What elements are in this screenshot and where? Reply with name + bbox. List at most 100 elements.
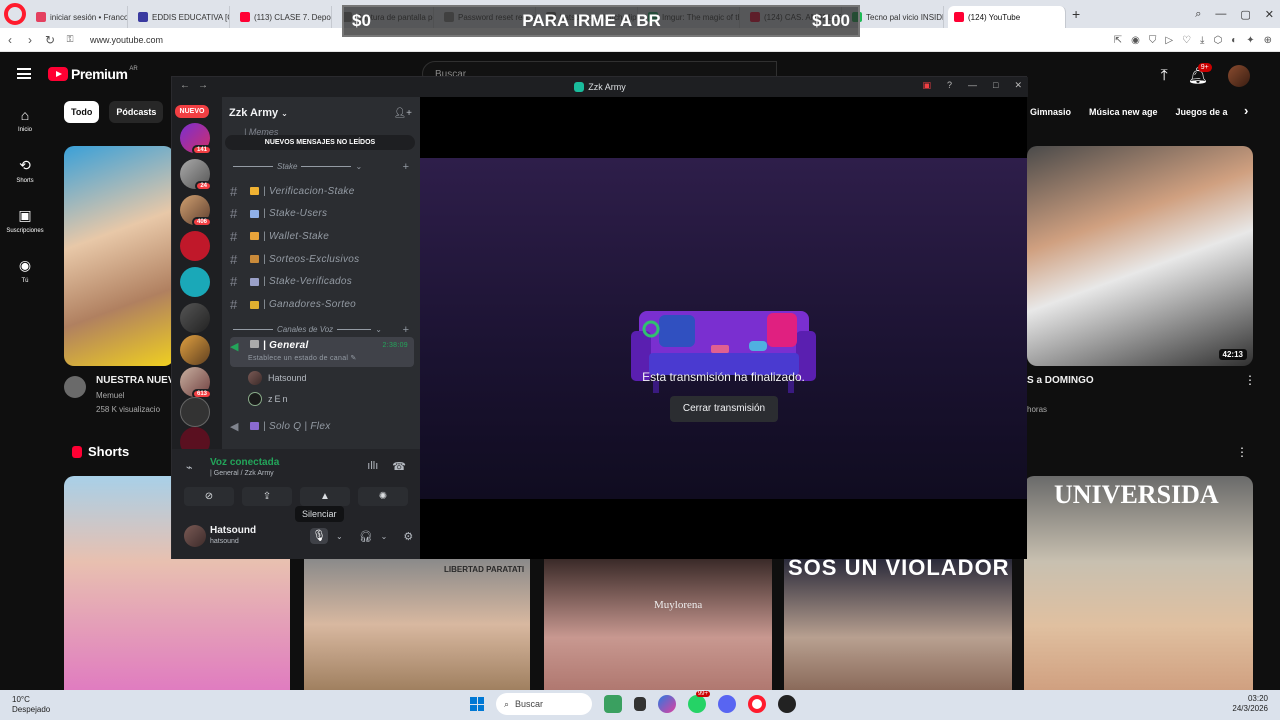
signal-icon[interactable]: ⌁ [186, 461, 193, 474]
camera-off-button[interactable]: ⊘ [184, 487, 234, 506]
video-title-2[interactable]: S a DOMINGO [1027, 375, 1094, 386]
short-thumbnail-5[interactable]: UNIVERSIDA [1024, 476, 1253, 690]
server-icon-1[interactable]: 141 [180, 123, 212, 155]
voice-channel-soloq[interactable]: ◀︎ | Solo Q | Flex [230, 416, 414, 436]
close-window-icon[interactable]: ✕ [1265, 8, 1274, 21]
file-explorer-icon[interactable] [634, 697, 646, 711]
browser-tab[interactable]: (124) YouTube [948, 6, 1066, 28]
server-name[interactable]: Zzk Army ⌄ [229, 107, 288, 119]
chip[interactable]: Música new age [1089, 107, 1158, 117]
server-icon-5[interactable] [180, 267, 210, 297]
video-channel-1[interactable]: Memuel [96, 391, 124, 400]
weather-widget[interactable]: 10°C Despejado [12, 695, 50, 715]
channel-avatar[interactable] [64, 376, 86, 398]
voice-location[interactable]: | General / Zzk Army [210, 470, 274, 477]
taskbar-clock[interactable]: 03:20 24/3/2026 [1232, 694, 1268, 714]
taskbar-search[interactable]: ⌕ Buscar [496, 693, 592, 715]
server-icon-8[interactable]: 613 [180, 367, 212, 399]
add-channel-icon[interactable]: + [403, 324, 409, 336]
screen-share-button[interactable]: ⇪ [242, 487, 292, 506]
browser-tab[interactable]: iniciar sesión • Franco Pi [30, 6, 128, 28]
category-stake[interactable]: Stake ⌄ + [229, 161, 409, 173]
upload-icon[interactable]: ⤒ [1161, 67, 1168, 85]
discord-icon[interactable] [718, 695, 736, 713]
new-unread-messages-bar[interactable]: NUEVOS MENSAJES NO LEÍDOS [225, 135, 415, 150]
chevron-down-icon[interactable]: ⌄ [336, 532, 343, 541]
video-more-icon[interactable]: ⋮ [1244, 373, 1256, 387]
server-icon-7[interactable] [180, 335, 210, 365]
url-field[interactable]: www.youtube.com [90, 35, 163, 45]
text-channel[interactable]: # | Stake-Users [230, 204, 414, 224]
short-thumbnail-3[interactable]: Muylorena [544, 559, 772, 690]
whatsapp-icon[interactable]: 99+ [688, 691, 710, 713]
user-name[interactable]: Hatsound [210, 525, 256, 536]
menu-icon[interactable] [17, 68, 31, 79]
maximize-icon[interactable]: ▢ [1240, 8, 1250, 21]
text-channel[interactable]: # | Stake-Verificados [230, 272, 414, 292]
category-voice[interactable]: Canales de Voz ⌄ + [229, 324, 409, 336]
video-thumbnail-1[interactable] [64, 146, 174, 366]
text-channel[interactable]: # | Ganadores-Sorteo [230, 295, 414, 315]
sidebar-item-inicio[interactable]: ⌂ Inicio [0, 103, 50, 153]
opera-icon[interactable] [748, 695, 766, 713]
heart-icon[interactable]: ♡ [1182, 35, 1191, 46]
windows-start-icon[interactable] [470, 697, 484, 711]
maximize-icon[interactable]: □ [993, 80, 998, 91]
copilot-icon[interactable] [658, 695, 676, 713]
server-icon-6[interactable] [180, 303, 210, 333]
shield-icon[interactable]: ⛉ [1149, 35, 1157, 46]
video-thumbnail-2[interactable]: 42:13 [1027, 146, 1253, 366]
text-channel[interactable]: # | Sorteos-Exclusivos [230, 249, 414, 269]
share-icon[interactable]: ⇱ [1114, 35, 1122, 46]
gear-icon[interactable]: ⚙ [403, 530, 413, 543]
voice-status[interactable]: Voz conectada [210, 457, 279, 468]
chip[interactable]: Todo [64, 101, 100, 123]
chip[interactable]: Gimnasio [1030, 107, 1071, 117]
new-tab-button[interactable]: + [1072, 6, 1080, 22]
add-member-icon[interactable]: 👤︎+ [393, 108, 412, 119]
browser-tab[interactable]: Tecno pal vicio INSIDE [846, 6, 944, 28]
play-icon[interactable]: ▷ [1165, 35, 1173, 46]
noise-suppression-icon[interactable]: ıllı [367, 460, 378, 473]
shorts-more-icon[interactable]: ⋮ [1236, 445, 1248, 459]
server-icon-9[interactable] [180, 397, 210, 427]
close-stream-button[interactable]: Cerrar transmisión [670, 396, 778, 422]
cube-icon[interactable]: ⬡ [1213, 35, 1222, 46]
chevron-down-icon[interactable]: ⌄ [381, 532, 388, 541]
help-icon[interactable]: ? [947, 80, 952, 91]
ai-icon[interactable]: ⊕ [1264, 35, 1272, 46]
close-icon[interactable]: ✕ [1014, 80, 1022, 91]
sidebar-item-tú[interactable]: ◉ Tú [0, 253, 50, 303]
voice-channel-status[interactable]: Establece un estado de canal ✎ [248, 354, 357, 362]
inbox-icon[interactable]: ▣ [922, 80, 931, 91]
avatar[interactable] [184, 525, 206, 547]
voice-channel-general[interactable]: ◀︎ | General 2:38:09 Establece un estado… [230, 337, 414, 367]
download-icon[interactable]: ⤓ [1200, 35, 1204, 46]
chip[interactable]: Pódcasts [109, 101, 164, 123]
headphones-icon[interactable]: 🎧︎ [359, 530, 373, 543]
camera-icon[interactable]: ◉ [1131, 35, 1140, 46]
vpn-icon[interactable]: ◐ [1231, 35, 1237, 46]
notifications-icon[interactable]: 🔔︎ 9+ [1188, 63, 1212, 86]
sidebar-item-shorts[interactable]: ⟲ Shorts [0, 153, 50, 203]
microphone-icon[interactable]: 🎙︎ [310, 528, 328, 544]
add-channel-icon[interactable]: + [403, 161, 409, 173]
server-icon-4[interactable] [180, 231, 210, 261]
voice-user[interactable]: Hatsound [248, 371, 307, 385]
back-arrow-icon[interactable]: ← [180, 80, 190, 91]
chips-next-icon[interactable]: › [1244, 103, 1248, 118]
minimize-icon[interactable]: — [1215, 8, 1226, 20]
minimize-icon[interactable]: — [968, 80, 977, 91]
reload-icon[interactable]: ↻ [40, 33, 60, 47]
text-channel[interactable]: # | Wallet-Stake [230, 226, 414, 246]
forward-icon[interactable]: › [20, 33, 40, 47]
text-channel[interactable]: # | Verificacion-Stake [230, 181, 414, 201]
server-icon-3[interactable]: 406 [180, 195, 212, 227]
obs-icon[interactable] [778, 695, 796, 713]
opera-logo-icon[interactable] [4, 3, 26, 25]
search-tabs-icon[interactable]: ⌕ [1195, 8, 1201, 21]
forward-arrow-icon[interactable]: → [198, 80, 208, 91]
avatar[interactable] [1228, 65, 1250, 87]
activities-button[interactable]: ▲ [300, 487, 350, 506]
server-icon-2[interactable]: 24 [180, 159, 212, 191]
